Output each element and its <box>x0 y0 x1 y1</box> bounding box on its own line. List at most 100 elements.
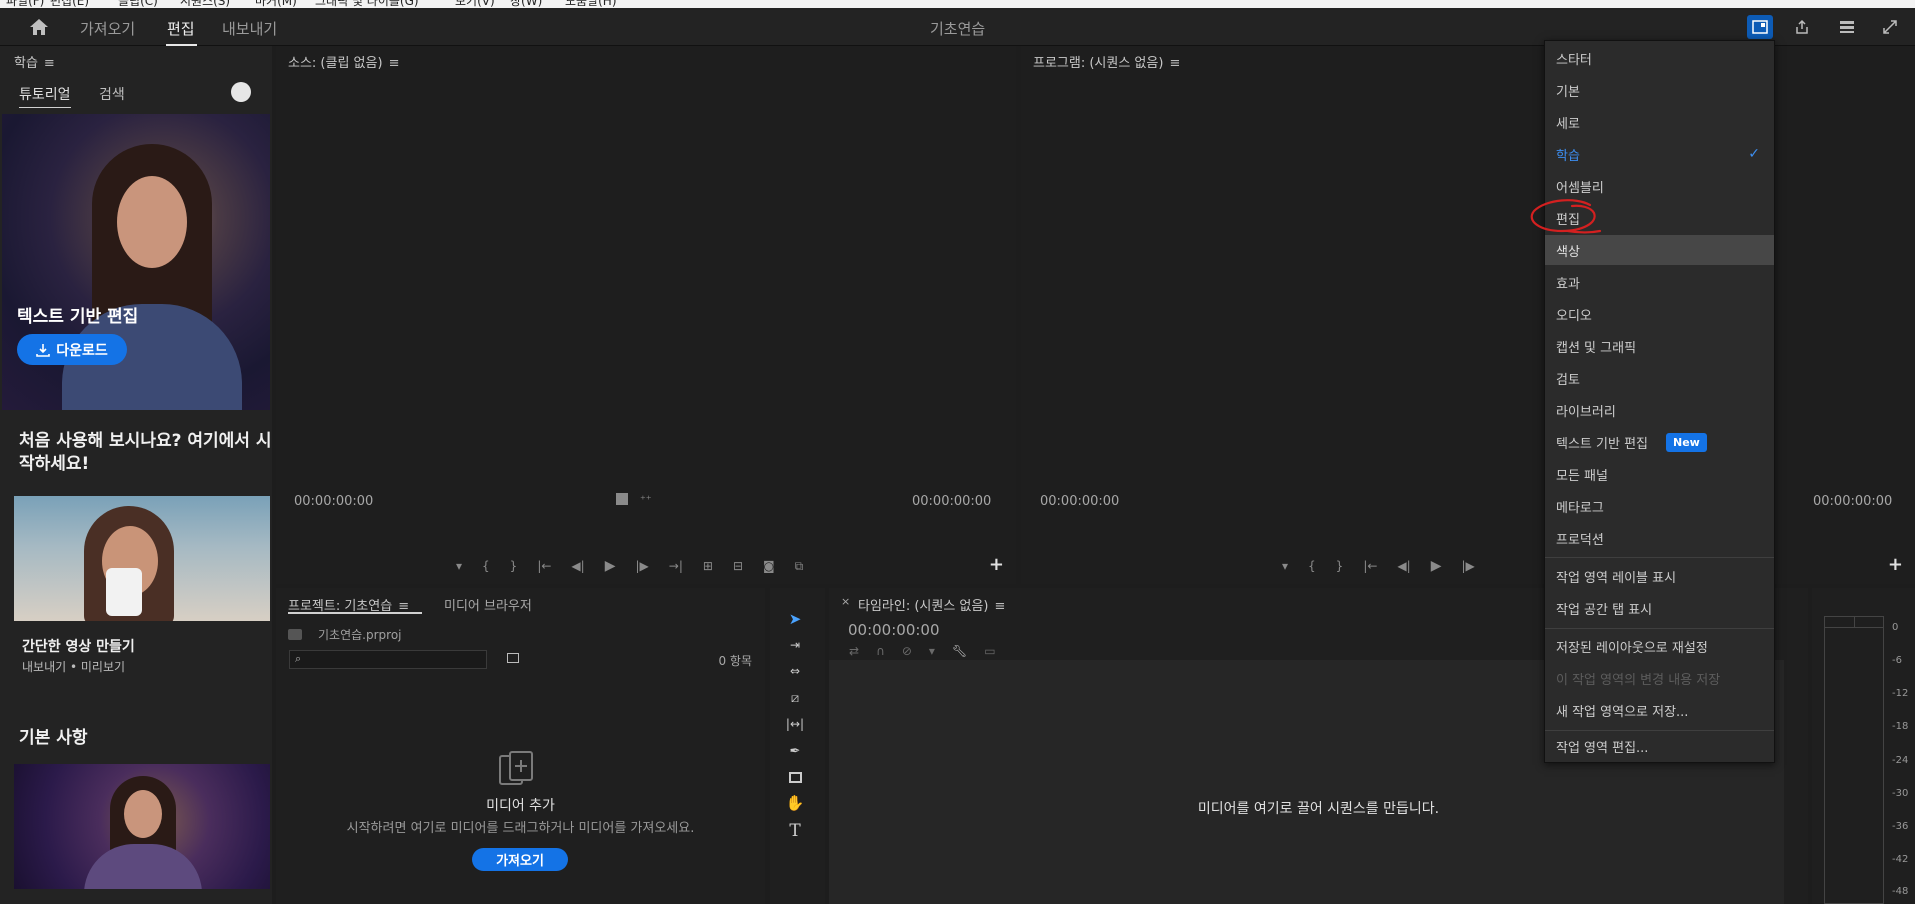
mark-out-icon[interactable]: } <box>1336 559 1344 573</box>
os-menu-graphics[interactable]: 그래픽 및 타이틀(G) <box>315 0 419 8</box>
add-media-title: 미디어 추가 <box>486 798 555 814</box>
os-menu-file[interactable]: 파일(F) <box>6 0 44 8</box>
step-forward-icon[interactable]: |▶ <box>635 559 648 573</box>
type-tool-icon[interactable]: T <box>780 820 810 842</box>
menu-item-color[interactable]: 색상 <box>1545 235 1774 265</box>
os-menu-edit[interactable]: 편집(E) <box>50 0 89 8</box>
source-drag-audio-icon[interactable]: ⁺⁺ <box>640 493 652 506</box>
tab-media-browser[interactable]: 미디어 브라우저 <box>444 595 532 614</box>
tab-export[interactable]: 내보내기 <box>222 18 277 39</box>
captions-icon[interactable]: ▭ <box>984 644 995 658</box>
os-menu-clip[interactable]: 클립(C) <box>118 0 158 8</box>
nest-icon[interactable]: ⇄ <box>849 644 859 658</box>
menu-item-captions[interactable]: 캡션 및 그래픽 <box>1545 331 1774 361</box>
learn-settings-icon[interactable] <box>231 82 251 102</box>
tutorial-thumbnail[interactable] <box>14 496 270 621</box>
timeline-timecode[interactable]: 00:00:00:00 <box>848 621 940 639</box>
share-button[interactable] <box>1789 15 1815 39</box>
pen-tool-icon[interactable]: ✒ <box>780 740 810 762</box>
program-timecode-current[interactable]: 00:00:00:00 <box>1040 494 1119 509</box>
import-button[interactable]: 가져오기 <box>472 848 568 871</box>
overwrite-icon[interactable]: ⊟ <box>733 559 743 573</box>
mark-in-icon[interactable]: { <box>1308 559 1316 573</box>
panel-menu-icon[interactable]: ≡ <box>1169 56 1180 71</box>
menu-item-effects[interactable]: 효과 <box>1545 267 1774 297</box>
slip-tool-icon[interactable]: |↔| <box>780 713 810 735</box>
menu-item-essentials[interactable]: 기본 <box>1545 75 1774 105</box>
source-drag-video-icon[interactable] <box>616 493 628 505</box>
menu-item-save-as-new[interactable]: 새 작업 영역으로 저장... <box>1545 695 1774 725</box>
step-back-icon[interactable]: ◀| <box>1397 559 1410 573</box>
source-timecode-duration: 00:00:00:00 <box>912 494 992 509</box>
add-marker-icon[interactable]: ▾ <box>456 559 462 573</box>
tab-import[interactable]: 가져오기 <box>80 18 135 39</box>
menu-item-text-based-editing[interactable]: 텍스트 기반 편집 New <box>1545 427 1774 457</box>
tab-edit[interactable]: 편집 <box>167 18 195 39</box>
add-marker-icon[interactable]: ▾ <box>929 644 935 658</box>
os-menu-marker[interactable]: 마커(M) <box>255 0 297 8</box>
export-frame-icon[interactable]: ◙ <box>763 559 775 573</box>
track-select-tool-icon[interactable]: ⇥ <box>780 634 810 656</box>
hand-tool-icon[interactable]: ✋ <box>780 792 810 814</box>
ripple-edit-tool-icon[interactable]: ⇔ <box>780 660 810 682</box>
insert-icon[interactable]: ⊞ <box>703 559 713 573</box>
source-timecode-current[interactable]: 00:00:00:00 <box>294 494 373 509</box>
tutorial-thumbnail-basics[interactable] <box>14 764 270 889</box>
selection-tool-icon[interactable]: ➤ <box>780 608 810 630</box>
mark-in-icon[interactable]: { <box>482 559 490 573</box>
menu-item-review[interactable]: 검토 <box>1545 363 1774 393</box>
menu-item-learning[interactable]: 학습 ✓ <box>1545 139 1774 169</box>
wrench-icon[interactable]: 🔧︎ <box>952 644 967 658</box>
mark-out-icon[interactable]: } <box>510 559 518 573</box>
search-input[interactable]: ⌕ <box>289 650 487 669</box>
menu-item-all-panels[interactable]: 모든 패널 <box>1545 459 1774 489</box>
go-to-in-icon[interactable]: |← <box>537 559 551 573</box>
play-icon[interactable]: ▶ <box>1431 558 1442 574</box>
tab-search[interactable]: 검색 <box>99 84 125 104</box>
menu-item-metalogging[interactable]: 메타로그 <box>1545 491 1774 521</box>
menu-item-assembly[interactable]: 어셈블리 <box>1545 171 1774 201</box>
razor-tool-icon[interactable]: ⧄ <box>780 687 810 709</box>
menu-item-edit-workspaces[interactable]: 작업 영역 편집... <box>1545 731 1774 761</box>
fullscreen-button[interactable] <box>1877 15 1903 39</box>
os-menu-help[interactable]: 도움말(H) <box>565 0 617 8</box>
menu-item-audio[interactable]: 오디오 <box>1545 299 1774 329</box>
menu-item-editing[interactable]: 편집 <box>1545 203 1774 233</box>
download-button[interactable]: 다운로드 <box>17 334 127 365</box>
snap-icon[interactable]: ∩ <box>876 644 885 658</box>
panel-menu-icon[interactable]: ≡ <box>389 56 400 71</box>
program-add-button[interactable]: + <box>1888 554 1903 575</box>
quick-export-button[interactable] <box>1834 15 1860 39</box>
linked-selection-icon[interactable]: ⊘ <box>902 644 912 658</box>
new-bin-icon[interactable] <box>507 653 519 663</box>
source-add-button[interactable]: + <box>989 554 1004 575</box>
rectangle-tool-icon[interactable] <box>780 766 810 788</box>
step-back-icon[interactable]: ◀| <box>571 559 584 573</box>
home-icon[interactable] <box>28 17 50 37</box>
menu-item-starter[interactable]: 스타터 <box>1545 43 1774 73</box>
tab-tutorials[interactable]: 튜토리얼 <box>19 84 71 108</box>
os-menu-sequence[interactable]: 시퀀스(S) <box>180 0 230 8</box>
menu-item-libraries[interactable]: 라이브러리 <box>1545 395 1774 425</box>
settings-icon[interactable]: ⧉ <box>795 559 804 574</box>
workspaces-button[interactable] <box>1747 15 1773 39</box>
panel-menu-icon[interactable]: ≡ <box>44 56 55 71</box>
add-marker-icon[interactable]: ▾ <box>1282 559 1288 573</box>
os-menu-view[interactable]: 보기(V) <box>455 0 495 8</box>
os-menu-window[interactable]: 창(W) <box>510 0 542 8</box>
close-tab-icon[interactable]: × <box>841 595 850 608</box>
panel-menu-icon[interactable]: ≡ <box>994 599 1005 614</box>
menu-item-reset-layout[interactable]: 저장된 레이아웃으로 재설정 <box>1545 631 1774 661</box>
play-icon[interactable]: ▶ <box>605 558 616 574</box>
menu-item-production[interactable]: 프로덕션 <box>1545 523 1774 553</box>
learn-panel: 학습 ≡ 튜토리얼 검색 텍스트 기반 편집 다운로드 처음 사용해 보시나요? … <box>0 46 272 904</box>
menu-item-vertical[interactable]: 세로 <box>1545 107 1774 137</box>
tutorial-card-title[interactable]: 간단한 영상 만들기 <box>22 636 135 656</box>
menu-item-show-labels[interactable]: 작업 영역 레이블 표시 <box>1545 561 1774 591</box>
go-to-in-icon[interactable]: |← <box>1363 559 1377 573</box>
tutorial-hero-image[interactable] <box>2 114 270 410</box>
timeline-title: 타임라인: (시퀀스 없음) ≡ <box>858 599 1006 614</box>
step-forward-icon[interactable]: |▶ <box>1461 559 1474 573</box>
menu-item-show-tabs[interactable]: 작업 공간 탭 표시 <box>1545 593 1774 623</box>
go-to-out-icon[interactable]: →| <box>669 559 683 573</box>
